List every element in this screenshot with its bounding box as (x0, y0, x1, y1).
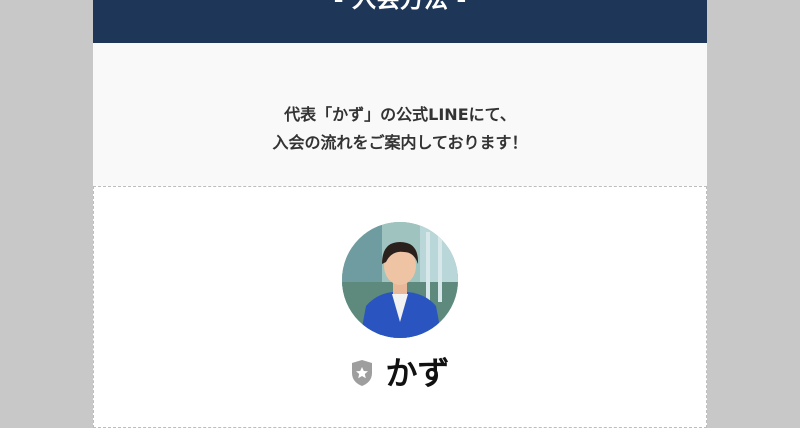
section-title: - 入会方法 - (93, 0, 707, 14)
intro-section: 代表「かず」の公式LINEにて、 入会の流れをご案内しております！ (93, 43, 707, 186)
profile-name-row: かず (94, 353, 706, 393)
intro-text-line-1: 代表「かず」の公式LINEにて、 (284, 105, 516, 124)
profile-name: かず (385, 354, 450, 392)
section-header: - 入会方法 - (93, 0, 707, 43)
profile-photo (342, 222, 458, 338)
line-profile-card[interactable]: かず (93, 186, 707, 428)
shield-star-icon (352, 360, 373, 386)
avatar[interactable] (342, 222, 458, 338)
intro-text-line-2: 入会の流れをご案内しております！ (272, 133, 528, 152)
page-container: - 入会方法 - 代表「かず」の公式LINEにて、 入会の流れをご案内しておりま… (93, 0, 707, 428)
